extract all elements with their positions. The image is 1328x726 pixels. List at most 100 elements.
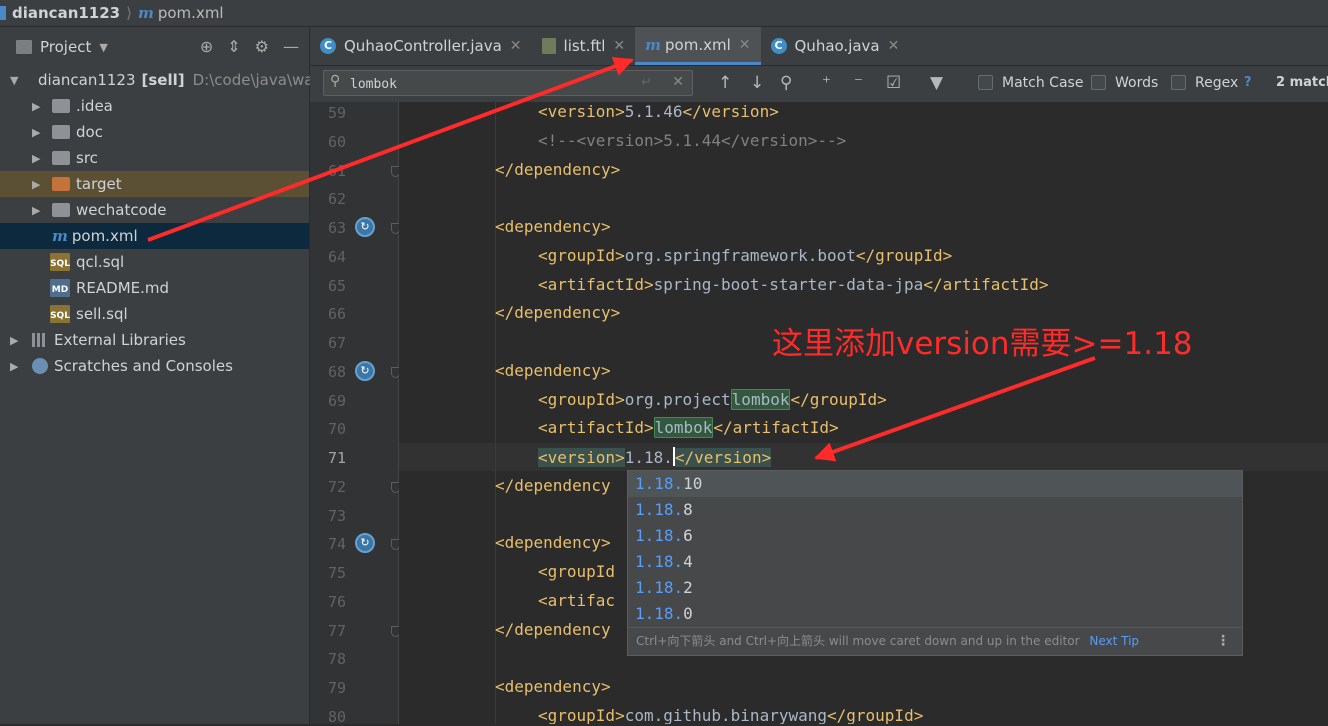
completion-item[interactable]: 1.18.4 xyxy=(628,549,1242,575)
regex-checkbox[interactable] xyxy=(1171,75,1186,90)
breadcrumb-project[interactable]: diancan1123 xyxy=(12,4,120,22)
completion-item[interactable]: 1.18.6 xyxy=(628,523,1242,549)
folder-icon xyxy=(52,151,70,165)
completion-item[interactable]: 1.18.8 xyxy=(628,497,1242,523)
tab-label: pom.xml xyxy=(665,35,731,54)
regex-label: Regex xyxy=(1195,75,1239,91)
filter-icon[interactable]: ▼ xyxy=(930,73,943,93)
line-number: 76 xyxy=(327,593,346,611)
code-line-70: <artifactId>lombok</artifactId> xyxy=(538,417,839,438)
find-all-icon[interactable]: ⚲ xyxy=(780,73,792,93)
tab-quhao-controller[interactable]: C QuhaoController.java ✕ xyxy=(310,27,532,65)
line-number: 71 xyxy=(327,449,346,467)
regex-help-link[interactable]: ? xyxy=(1244,75,1252,90)
tree-item-external-libraries[interactable]: ▶ External Libraries xyxy=(0,327,309,353)
line-number: 78 xyxy=(327,650,346,668)
code-line-75: <groupId xyxy=(538,562,616,581)
tree-item-idea[interactable]: ▶ .idea xyxy=(0,93,309,119)
tree-item-doc[interactable]: ▶ doc xyxy=(0,119,309,145)
line-number: 69 xyxy=(327,392,346,410)
tree-item-pom[interactable]: m pom.xml xyxy=(0,223,309,249)
next-tip-link[interactable]: Next Tip xyxy=(1089,634,1139,648)
match-case-checkbox[interactable] xyxy=(978,75,993,90)
select-all-occurrences-icon[interactable]: ☑ xyxy=(886,73,901,93)
close-icon[interactable]: ✕ xyxy=(739,37,751,53)
tab-quhao-java[interactable]: C Quhao.java ✕ xyxy=(761,27,910,65)
chevron-down-icon[interactable]: ▼ xyxy=(99,41,107,54)
breadcrumb-separator: ⟩ xyxy=(126,4,132,22)
tree-item-sell-sql[interactable]: SQL sell.sql xyxy=(0,301,309,327)
sql-file-icon: SQL xyxy=(50,253,70,271)
folder-icon xyxy=(52,203,70,217)
tree-item-qcl-sql[interactable]: SQL qcl.sql xyxy=(0,249,309,275)
line-number: 79 xyxy=(327,679,346,697)
dependency-update-icon[interactable]: ↻ xyxy=(355,217,375,237)
search-input[interactable] xyxy=(348,74,642,94)
completion-item[interactable]: 1.18.0 xyxy=(628,601,1242,627)
xml-text: 5.1.46 xyxy=(624,102,683,121)
close-icon[interactable]: ✕ xyxy=(613,38,625,54)
maven-icon: m xyxy=(137,4,154,22)
tab-pom-xml[interactable]: m pom.xml ✕ xyxy=(635,27,761,65)
breadcrumb-file[interactable]: pom.xml xyxy=(158,4,224,22)
completion-footer: Ctrl+向下箭头 and Ctrl+向上箭头 will move caret … xyxy=(628,627,1242,655)
collapse-icon[interactable]: ⇕ xyxy=(227,37,240,56)
scratches-icon xyxy=(32,358,48,374)
close-icon[interactable]: ✕ xyxy=(888,38,900,54)
words-label: Words xyxy=(1115,75,1159,91)
hide-icon[interactable]: — xyxy=(283,37,299,56)
tree-item-readme[interactable]: MD README.md xyxy=(0,275,309,301)
chevron-right-icon[interactable]: ▶ xyxy=(10,334,18,347)
line-number: 63 xyxy=(327,219,346,237)
xml-text: 1.18. xyxy=(624,448,673,467)
line-number: 66 xyxy=(327,305,346,323)
navigation-bar: diancan1123 ⟩ m pom.xml xyxy=(0,0,1328,27)
locate-icon[interactable]: ⊕ xyxy=(200,37,213,56)
maven-icon: m xyxy=(645,35,662,54)
line-number: 65 xyxy=(327,277,346,295)
tree-item-scratches[interactable]: ▶ Scratches and Consoles xyxy=(0,353,309,379)
tree-item-label: .idea xyxy=(76,97,113,115)
xml-text: org.project xyxy=(624,390,731,409)
tree-item-label: qcl.sql xyxy=(76,253,125,271)
tree-item-src[interactable]: ▶ src xyxy=(0,145,309,171)
search-icon[interactable]: ⚲ xyxy=(330,73,340,89)
folder-icon xyxy=(52,125,70,139)
tree-root-name: diancan1123 xyxy=(38,71,136,89)
words-checkbox[interactable] xyxy=(1091,75,1106,90)
line-number: 77 xyxy=(327,622,346,640)
completion-item[interactable]: 1.18.2 xyxy=(628,575,1242,601)
tree-root[interactable]: ▼ diancan1123 [sell] D:\code\java\wa xyxy=(0,67,313,93)
chevron-down-icon[interactable]: ▼ xyxy=(10,74,18,87)
arrow-up-icon[interactable]: ↑ xyxy=(718,73,732,93)
code-line-64: <groupId>org.springframework.boot</group… xyxy=(538,246,952,266)
completion-suffix: 2 xyxy=(683,578,693,597)
arrow-down-icon[interactable]: ↓ xyxy=(750,73,764,93)
tree-item-wechatcode[interactable]: ▶ wechatcode xyxy=(0,197,309,223)
dependency-update-icon[interactable]: ↻ xyxy=(355,533,375,553)
chevron-right-icon[interactable]: ▶ xyxy=(32,152,40,165)
close-icon[interactable]: ✕ xyxy=(510,38,522,54)
annotation-text: 这里添加version需要>=1.18 xyxy=(772,326,1193,362)
project-view-selector[interactable]: Project xyxy=(40,38,91,56)
tree-item-label: Scratches and Consoles xyxy=(54,357,233,375)
gear-icon[interactable]: ⚙ xyxy=(255,37,269,56)
tab-list-ftl[interactable]: list.ftl ✕ xyxy=(532,27,636,65)
clear-icon[interactable]: ✕ xyxy=(672,74,684,90)
chevron-right-icon[interactable]: ▶ xyxy=(32,178,40,191)
dependency-update-icon[interactable]: ↻ xyxy=(355,361,375,381)
xml-tag: <artifactId> xyxy=(538,275,654,294)
chevron-right-icon[interactable]: ▶ xyxy=(32,126,40,139)
more-options-icon[interactable]: ⋮ xyxy=(1216,628,1230,655)
remove-occurrence-icon[interactable]: ⁻ xyxy=(854,73,863,93)
search-box: ⚲ ↵ ✕ xyxy=(323,70,693,96)
chevron-right-icon[interactable]: ▶ xyxy=(32,100,40,113)
completion-item[interactable]: 1.18.10 xyxy=(628,471,1242,497)
chevron-right-icon[interactable]: ▶ xyxy=(32,204,40,217)
chevron-right-icon[interactable]: ▶ xyxy=(10,360,18,373)
tree-item-target[interactable]: ▶ target xyxy=(0,171,309,197)
tree-item-label: target xyxy=(76,175,122,193)
code-line-66: </dependency> xyxy=(495,303,621,322)
add-occurrence-icon[interactable]: ⁺ xyxy=(822,73,831,93)
line-number: 75 xyxy=(327,564,346,582)
